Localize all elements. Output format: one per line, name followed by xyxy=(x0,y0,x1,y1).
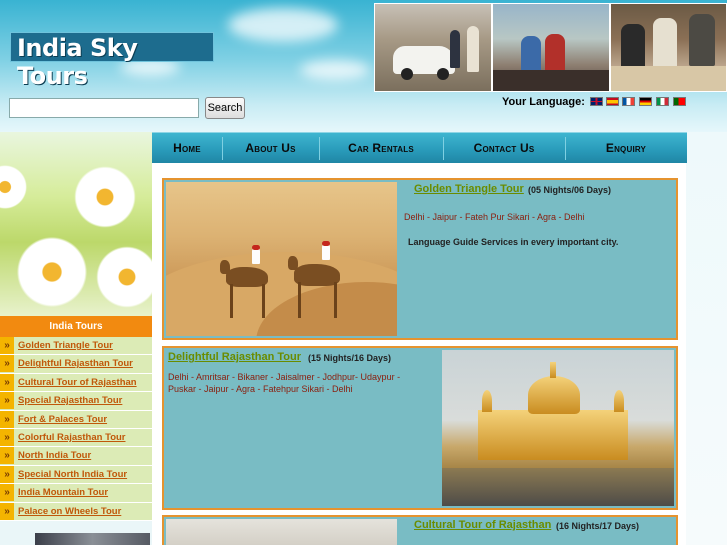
flag-spain-icon[interactable] xyxy=(606,97,619,106)
tour-list: » Golden Triangle Tour » Delightful Rajast… xyxy=(0,337,152,521)
flag-germany-icon[interactable] xyxy=(639,97,652,106)
sidebar-bottom-image xyxy=(35,533,150,545)
flowers-image xyxy=(0,132,152,316)
temple-turret xyxy=(614,390,624,412)
photo-dining-group xyxy=(611,4,726,91)
camel-leg xyxy=(334,282,337,318)
flag-uk-icon[interactable] xyxy=(590,97,603,106)
bullet-icon: » xyxy=(0,410,14,428)
nav-contact-us[interactable]: Contact Us xyxy=(443,133,565,164)
tour-card-golden-triangle: Golden Triangle Tour (05 Nights/06 Days)… xyxy=(162,178,678,340)
rider-figure xyxy=(322,244,330,260)
flag-italy-icon[interactable] xyxy=(656,97,669,106)
tour-card-delightful-rajasthan: Delightful Rajasthan Tour (15 Nights/16 … xyxy=(162,346,678,510)
bullet-icon: » xyxy=(0,484,14,502)
daisy-flower xyxy=(12,232,92,312)
turban-shape xyxy=(252,245,260,250)
temple-spire xyxy=(550,362,556,378)
site-logo[interactable]: India Sky Tours xyxy=(10,32,214,90)
tour-card-cultural-rajasthan: Cultural Tour of Rajasthan (16 Nights/17… xyxy=(162,515,678,545)
header-photo-strip xyxy=(374,3,727,92)
daisy-flower xyxy=(92,242,152,312)
search-input[interactable] xyxy=(9,98,199,118)
person-figure xyxy=(653,18,677,68)
temple-dome xyxy=(528,376,580,414)
photo-ambassador-car xyxy=(375,4,491,91)
temple-body xyxy=(478,410,628,460)
header: India Sky Tours Search Your Language: xyxy=(0,0,727,132)
tour-title-golden-triangle[interactable]: Golden Triangle Tour xyxy=(414,183,524,195)
sidebar-item-special-north-india[interactable]: » Special North India Tour xyxy=(0,465,152,485)
bullet-icon: » xyxy=(0,447,14,465)
temple-turret xyxy=(482,390,492,412)
cultural-tour-image xyxy=(166,519,397,545)
bullet-icon: » xyxy=(0,502,14,520)
tour-duration: (16 Nights/17 Days) xyxy=(556,521,640,531)
language-label: Your Language: xyxy=(502,96,585,108)
nav-enquiry[interactable]: Enquiry xyxy=(565,133,687,164)
bullet-icon: » xyxy=(0,355,14,373)
nav-car-rentals[interactable]: Car Rentals xyxy=(319,133,443,164)
daisy-flower xyxy=(0,162,30,212)
bullet-icon: » xyxy=(0,392,14,410)
bullet-icon: » xyxy=(0,465,14,483)
temple-pool xyxy=(442,468,674,506)
person-figure xyxy=(467,26,479,72)
tour-route: Delhi - Jaipur - Fateh Pur Sikari - Agra… xyxy=(404,212,585,222)
bullet-icon: » xyxy=(0,373,14,391)
flag-portugal-icon[interactable] xyxy=(673,97,686,106)
camel-leg xyxy=(298,282,301,318)
flag-france-icon[interactable] xyxy=(622,97,635,106)
car-wheel xyxy=(401,68,413,80)
desert-camels-image xyxy=(166,182,397,336)
sidebar-item-india-mountain[interactable]: » India Mountain Tour xyxy=(0,484,152,503)
sidebar-item-delightful-rajasthan[interactable]: » Delightful Rajasthan Tour xyxy=(0,355,152,374)
camel-leg xyxy=(262,284,265,318)
photo-travelers-terrace xyxy=(493,4,609,91)
bullet-icon: » xyxy=(0,337,14,354)
turban-shape xyxy=(322,241,330,246)
camel-neck xyxy=(288,256,298,270)
nav-about-us[interactable]: About Us xyxy=(222,133,319,164)
sidebar-item-cultural-rajasthan[interactable]: » Cultural Tour of Rajasthan xyxy=(0,373,152,393)
daisy-flower xyxy=(70,162,140,232)
table-shape xyxy=(493,70,609,91)
main-nav: Home About Us Car Rentals Contact Us Enq… xyxy=(152,132,687,163)
tour-duration: (15 Nights/16 Days) xyxy=(308,353,392,363)
cloud-decoration xyxy=(228,8,338,42)
person-figure xyxy=(621,24,645,70)
sidebar-item-special-rajasthan[interactable]: » Special Rajasthan Tour xyxy=(0,392,152,411)
tour-title-cultural-rajasthan[interactable]: Cultural Tour of Rajasthan xyxy=(414,519,551,531)
rider-figure xyxy=(252,248,260,264)
left-sidebar: India Tours » Golden Triangle Tour » Delig… xyxy=(0,132,152,545)
tour-route-line-1: Delhi - Amritsar - Bikaner - Jaisalmer -… xyxy=(168,372,401,382)
golden-temple-image xyxy=(442,350,674,506)
camel-neck xyxy=(220,260,230,274)
tour-duration: (05 Nights/06 Days) xyxy=(528,185,612,195)
cloud-decoration xyxy=(300,60,370,80)
table-shape xyxy=(611,66,726,91)
tour-route-line-2: Puskar - Jaipur - Agra - Fatehpur Sikari… xyxy=(168,384,353,394)
person-figure xyxy=(450,30,460,68)
tour-note: Language Guide Services in every importa… xyxy=(408,237,619,247)
sidebar-item-north-india[interactable]: » North India Tour xyxy=(0,447,152,466)
car-wheel xyxy=(437,68,449,80)
camel-leg xyxy=(230,284,233,318)
sidebar-item-golden-triangle[interactable]: » Golden Triangle Tour xyxy=(0,337,152,356)
sidebar-item-palace-on-wheels[interactable]: » Palace on Wheels Tour xyxy=(0,502,152,521)
bullet-icon: » xyxy=(0,428,14,446)
sidebar-item-fort-palaces[interactable]: » Fort & Palaces Tour xyxy=(0,410,152,429)
india-tours-heading: India Tours xyxy=(0,316,152,337)
search-button[interactable]: Search xyxy=(205,97,245,119)
person-figure xyxy=(689,14,715,66)
nav-home[interactable]: Home xyxy=(152,133,222,164)
tour-title-delightful-rajasthan[interactable]: Delightful Rajasthan Tour xyxy=(168,351,301,363)
right-margin xyxy=(686,132,727,545)
sidebar-item-colorful-rajasthan[interactable]: » Colorful Rajasthan Tour xyxy=(0,428,152,448)
